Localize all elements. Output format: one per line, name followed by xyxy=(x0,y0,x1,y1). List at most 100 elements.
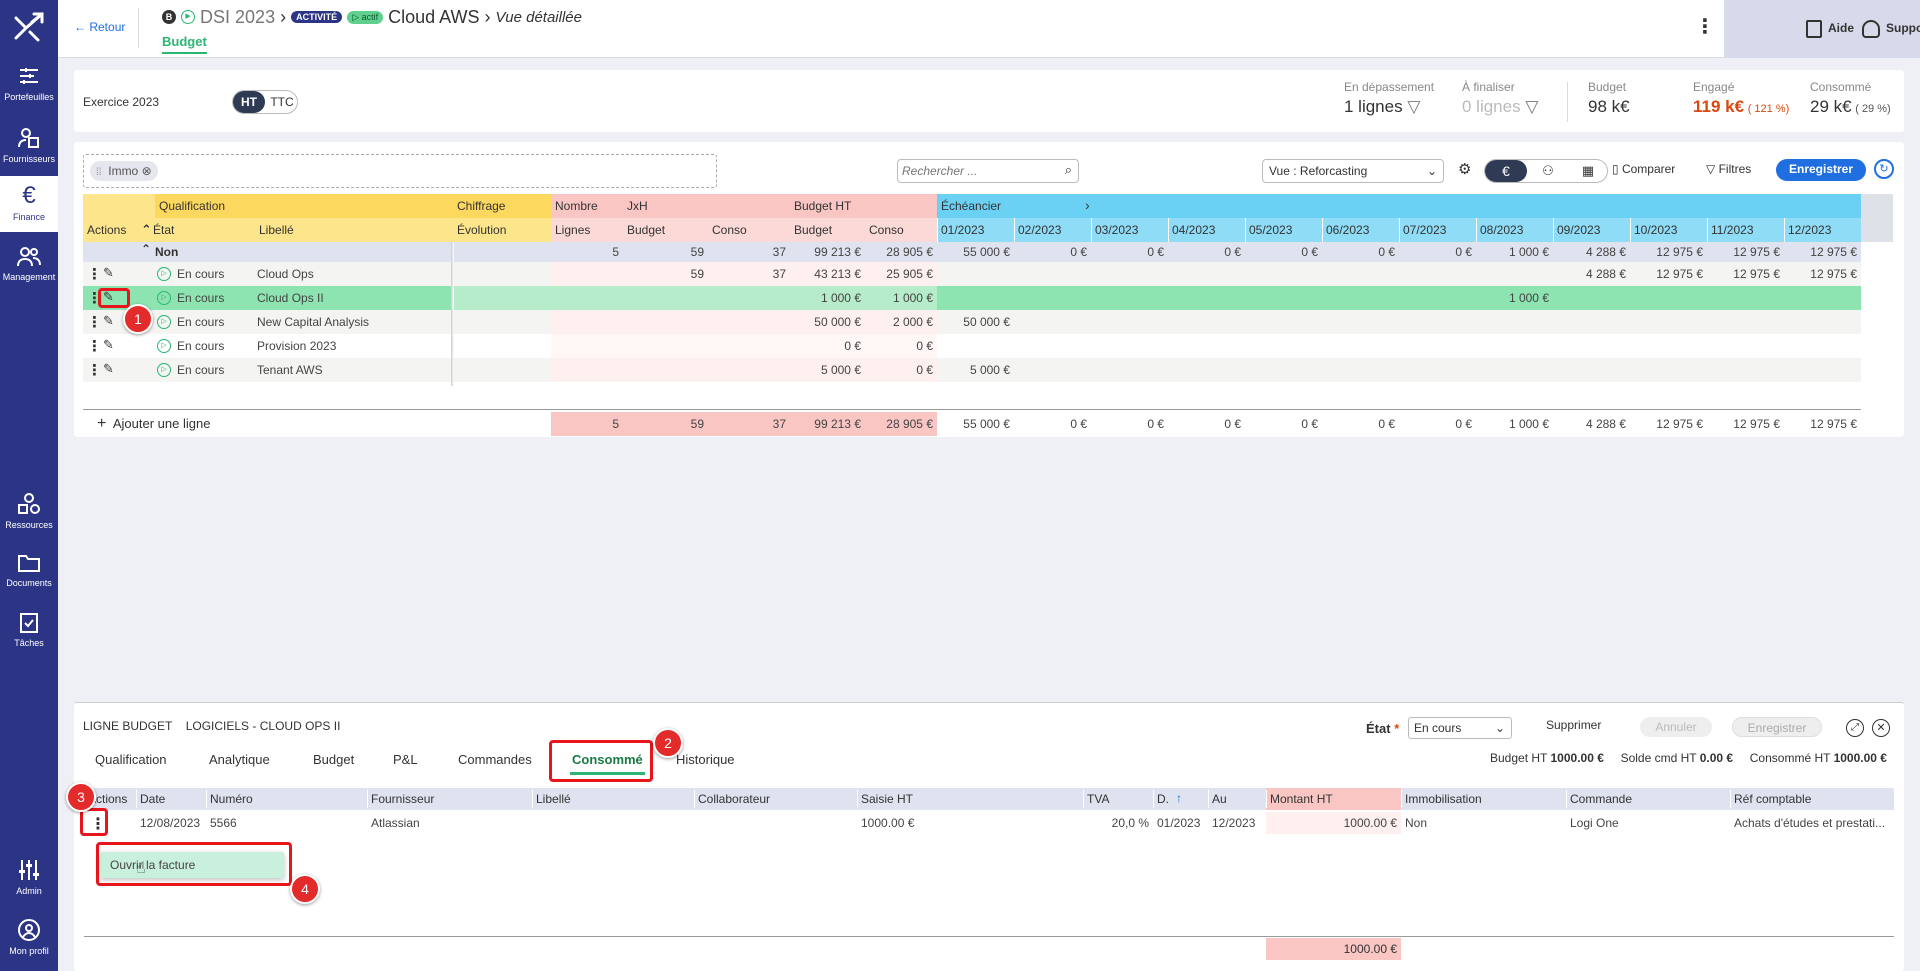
tab-budget[interactable]: Budget xyxy=(313,752,354,767)
search-input[interactable] xyxy=(902,162,1052,180)
gear-icon[interactable]: ⚙ xyxy=(1458,160,1471,178)
header-jxh[interactable]: JxH xyxy=(623,194,790,218)
sidebar-item-finance[interactable]: € Finance xyxy=(0,176,58,232)
expand-icon[interactable]: ⤢ xyxy=(1846,719,1864,737)
refresh-icon[interactable]: ↻ xyxy=(1874,159,1894,179)
header-echeancier[interactable]: Échéancier xyxy=(937,194,1861,218)
header-budget[interactable]: Budget xyxy=(790,218,865,242)
header-month-11[interactable]: 11/2023 xyxy=(1707,218,1784,242)
col-header-8[interactable]: D. xyxy=(1157,788,1208,810)
header-conso[interactable]: Conso xyxy=(865,218,937,242)
sidebar-item-mon-profil[interactable]: Mon profil xyxy=(0,918,58,962)
header-chiffrage[interactable]: Chiffrage xyxy=(453,194,551,218)
header-month-10[interactable]: 10/2023 xyxy=(1630,218,1707,242)
header-libelle[interactable]: Libellé xyxy=(255,218,453,242)
close-circle-icon[interactable]: ⊗ xyxy=(142,164,152,178)
delete-button[interactable]: Supprimer xyxy=(1546,718,1601,732)
euro-mode-icon[interactable]: € xyxy=(1485,160,1527,182)
sidebar-item-documents[interactable]: Documents xyxy=(0,552,58,596)
sidebar-item-portefeuilles[interactable]: Portefeuilles xyxy=(0,66,58,106)
edit-pencil-icon[interactable]: ✎ xyxy=(103,337,114,353)
sidebar-item-admin[interactable]: Admin xyxy=(0,858,58,902)
header-month-12[interactable]: 12/2023 xyxy=(1784,218,1861,242)
compare-button[interactable]: ▯ Comparer xyxy=(1612,162,1675,176)
tab-budget[interactable]: Budget xyxy=(162,34,207,54)
tab-analytique[interactable]: Analytique xyxy=(209,752,270,767)
back-link[interactable]: ← Retour xyxy=(74,20,125,34)
sidebar-item-management[interactable]: Management xyxy=(0,246,58,290)
header-month-2[interactable]: 02/2023 xyxy=(1014,218,1091,242)
sidebar-item-fournisseurs[interactable]: Fournisseurs xyxy=(0,126,58,170)
view-select[interactable]: Vue : Reforcasting ⌄ xyxy=(1262,159,1444,183)
col-header-1[interactable]: Date xyxy=(140,788,207,810)
tab-commandes[interactable]: Commandes xyxy=(458,752,532,767)
add-row-button[interactable]: + Ajouter une ligne xyxy=(97,412,210,436)
col-header-10[interactable]: Montant HT xyxy=(1270,788,1401,810)
tab-pl[interactable]: P&L xyxy=(393,752,418,767)
chevron-up-icon[interactable]: ⌃ xyxy=(141,242,151,256)
breadcrumb-portfolio[interactable]: DSI 2023 xyxy=(200,7,275,27)
header-budget-ht[interactable]: Budget HT xyxy=(790,194,937,218)
col-header-13[interactable]: Réf comptable xyxy=(1734,788,1894,810)
header-month-7[interactable]: 07/2023 xyxy=(1399,218,1476,242)
people-mode-icon[interactable]: ⚇ xyxy=(1529,160,1567,182)
kpi-finaliser[interactable]: À finaliser 0 lignes ▽ xyxy=(1462,80,1538,117)
col-header-12[interactable]: Commande xyxy=(1570,788,1730,810)
search-icon[interactable]: ⌕ xyxy=(1065,162,1072,178)
aide-button[interactable]: Aide xyxy=(1806,20,1854,38)
app-logo-icon[interactable] xyxy=(12,10,46,44)
edit-pencil-icon[interactable]: ✎ xyxy=(103,313,114,329)
col-header-6[interactable]: Saisie HT xyxy=(861,788,1083,810)
more-vertical-icon[interactable]: ⋮ xyxy=(87,361,102,379)
filters-button[interactable]: ▽ Filtres xyxy=(1706,162,1751,176)
sidebar-item-taches[interactable]: Tâches xyxy=(0,612,58,656)
tab-qualification[interactable]: Qualification xyxy=(95,752,167,767)
header-evolution[interactable]: Évolution xyxy=(453,218,551,242)
more-vertical-icon[interactable]: ⋮ xyxy=(87,337,102,355)
building-mode-icon[interactable]: ▦ xyxy=(1569,160,1607,182)
support-button[interactable]: Support xyxy=(1862,20,1920,38)
header-month-4[interactable]: 04/2023 xyxy=(1168,218,1245,242)
ttc-option[interactable]: TTC xyxy=(267,91,297,113)
header-jxh-budget[interactable]: Budget xyxy=(623,218,708,242)
col-header-5[interactable]: Collaborateur xyxy=(698,788,857,810)
header-month-6[interactable]: 06/2023 xyxy=(1322,218,1399,242)
close-icon[interactable]: ✕ xyxy=(1872,719,1890,737)
ht-option[interactable]: HT xyxy=(233,91,265,113)
col-header-2[interactable]: Numéro xyxy=(210,788,367,810)
edit-pencil-icon[interactable]: ✎ xyxy=(103,265,114,281)
col-header-4[interactable]: Libellé xyxy=(536,788,694,810)
col-header-9[interactable]: Au xyxy=(1212,788,1266,810)
header-etat[interactable]: État xyxy=(149,218,255,242)
header-month-8[interactable]: 08/2023 xyxy=(1476,218,1553,242)
group-chip[interactable]: ⁞⁞ Immo ⊗ xyxy=(90,161,158,181)
more-vertical-icon[interactable]: ⋮ xyxy=(87,313,102,331)
header-actions[interactable]: Actions xyxy=(83,218,141,242)
group-by-dropzone[interactable]: ⁞⁞ Immo ⊗ xyxy=(83,154,717,188)
header-month-3[interactable]: 03/2023 xyxy=(1091,218,1168,242)
save-button[interactable]: Enregistrer xyxy=(1776,159,1866,181)
more-vertical-icon[interactable]: ⋮ xyxy=(87,265,102,283)
col-header-11[interactable]: Immobilisation xyxy=(1405,788,1566,810)
more-vertical-icon[interactable]: ⋮ xyxy=(1695,14,1715,39)
header-nombre[interactable]: Nombre xyxy=(551,194,623,218)
cancel-button[interactable]: Annuler xyxy=(1640,717,1712,737)
sort-asc-icon[interactable]: ↑ xyxy=(1176,791,1182,805)
ht-ttc-toggle[interactable]: HT TTC xyxy=(232,90,298,114)
header-lignes[interactable]: Lignes xyxy=(551,218,623,242)
header-jxh-conso[interactable]: Conso xyxy=(708,218,790,242)
edit-pencil-icon[interactable]: ✎ xyxy=(103,361,114,377)
col-header-7[interactable]: TVA xyxy=(1087,788,1153,810)
tab-historique[interactable]: Historique xyxy=(676,752,735,767)
col-header-3[interactable]: Fournisseur xyxy=(371,788,532,810)
etat-select[interactable]: En cours ⌄ xyxy=(1408,717,1512,739)
header-month-5[interactable]: 05/2023 xyxy=(1245,218,1322,242)
header-month-1[interactable]: 01/2023 xyxy=(937,218,1014,242)
display-mode-toggle[interactable]: € ⚇ ▦ xyxy=(1484,159,1608,183)
detail-save-button[interactable]: Enregistrer xyxy=(1732,717,1822,737)
header-qualification[interactable]: Qualification xyxy=(155,194,453,218)
kpi-depassement[interactable]: En dépassement 1 lignes ▽ xyxy=(1344,80,1434,117)
header-month-9[interactable]: 09/2023 xyxy=(1553,218,1630,242)
sidebar-item-ressources[interactable]: Ressources xyxy=(0,492,58,536)
chevron-right-icon[interactable]: › xyxy=(1085,197,1090,213)
